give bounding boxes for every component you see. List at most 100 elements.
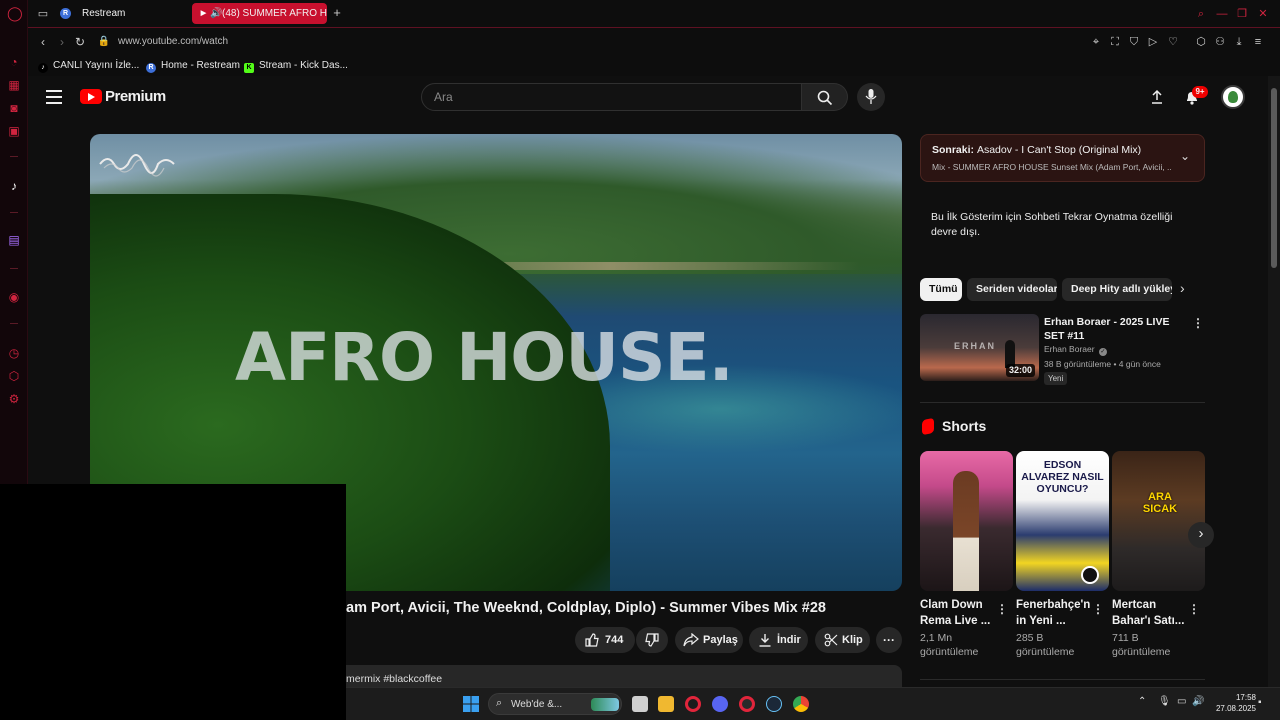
short-views-1: 2,1 Mn görüntüleme bbox=[920, 632, 979, 658]
opera-logo-icon[interactable]: ◯ bbox=[7, 6, 23, 20]
address-bar: ‹ › ↻ 🔒 www.youtube.com/watch ⌖ ⛶ ⛉ ▷ ♡ … bbox=[28, 27, 1280, 55]
new-tab-button[interactable]: + bbox=[330, 5, 344, 21]
thumbs-down-icon bbox=[645, 633, 659, 647]
avatar[interactable] bbox=[1221, 85, 1245, 109]
channel-name: Erhan Boraer bbox=[1044, 344, 1095, 354]
more-actions-button[interactable]: ··· bbox=[876, 627, 902, 653]
tab-youtube-active[interactable]: ▶ 🔊 (48) SUMMER AFRO H bbox=[192, 3, 327, 24]
heart-icon[interactable]: ♡ bbox=[1166, 35, 1180, 49]
bookmark-tiktok[interactable]: ♪ CANLI Yayını İzle... bbox=[38, 58, 139, 74]
tab-bar: ▭ R Restream ▶ 🔊 (48) SUMMER AFRO H + ⌕ … bbox=[28, 0, 1280, 27]
bookmark-restream[interactable]: R Home - Restream bbox=[146, 58, 240, 74]
pin-icon[interactable]: ⌖ bbox=[1089, 35, 1103, 49]
short-title-3[interactable]: Mertcan Bahar'ı Satı... bbox=[1112, 597, 1194, 629]
volume-icon[interactable]: 🔊 bbox=[1192, 696, 1204, 707]
maximize-icon[interactable]: ❐ bbox=[1235, 7, 1249, 21]
file-explorer-icon[interactable] bbox=[658, 696, 674, 712]
tiktok-icon[interactable]: ♪ bbox=[7, 179, 21, 193]
opera-icon[interactable] bbox=[685, 696, 701, 712]
extensions-icon[interactable]: ⬡ bbox=[1194, 35, 1208, 49]
search-input[interactable]: Ara bbox=[421, 83, 802, 111]
url-field[interactable]: www.youtube.com/watch bbox=[118, 35, 228, 49]
dislike-button[interactable] bbox=[636, 627, 668, 653]
chevron-down-icon[interactable]: ⌄ bbox=[1180, 149, 1190, 163]
menu-icon[interactable] bbox=[46, 90, 62, 104]
task-view-icon[interactable] bbox=[632, 696, 648, 712]
steam-icon[interactable] bbox=[766, 696, 782, 712]
next-up-title: Sonraki: Asadov - I Can't Stop (Original… bbox=[932, 144, 1141, 156]
windows-start-icon[interactable] bbox=[463, 696, 479, 712]
voice-search-button[interactable] bbox=[857, 83, 885, 111]
crypto-wallet-icon[interactable]: ▦ bbox=[7, 78, 21, 92]
tab-restream[interactable]: R Restream bbox=[52, 3, 212, 24]
short-thumbnail-2[interactable]: EDSON ALVAREZ NASIL OYUNCU? bbox=[1016, 451, 1109, 591]
clock[interactable]: 17:58 27.08.2025 bbox=[1212, 692, 1256, 714]
reload-icon[interactable]: ↻ bbox=[73, 35, 87, 49]
easy-setup-icon[interactable]: ≡ bbox=[1251, 35, 1265, 49]
youtube-logo-icon[interactable] bbox=[80, 89, 102, 104]
history-icon[interactable]: ◷ bbox=[7, 346, 21, 360]
short-title-2[interactable]: Fenerbahçe'n in Yeni ... bbox=[1016, 597, 1098, 629]
extensions-icon[interactable]: ⬡ bbox=[7, 369, 21, 383]
like-button[interactable]: 744 bbox=[575, 627, 635, 653]
close-window-icon[interactable]: ✕ bbox=[1256, 7, 1270, 21]
shorts-next-button[interactable]: › bbox=[1188, 522, 1214, 548]
chrome-icon[interactable] bbox=[793, 696, 809, 712]
recommended-channel[interactable]: Erhan Boraer ✓ bbox=[1044, 344, 1107, 356]
show-hidden-icons-icon[interactable]: ⌃ bbox=[1138, 696, 1146, 707]
short-views-3: 711 B görüntüleme bbox=[1112, 632, 1171, 658]
scroll-thumb[interactable] bbox=[1271, 88, 1277, 268]
short-title-1[interactable]: Clam Down Rema Live ... bbox=[920, 597, 1002, 629]
tiktok-icon: ♪ bbox=[38, 63, 48, 73]
download-button[interactable]: İndir bbox=[749, 627, 808, 653]
instagram-icon[interactable]: ▣ bbox=[7, 124, 21, 138]
youtube-premium-logo[interactable]: Premium bbox=[105, 88, 166, 105]
snapshot-icon[interactable]: ⛶ bbox=[1108, 35, 1122, 49]
recommended-title[interactable]: Erhan Boraer - 2025 LIVE SET #11 bbox=[1044, 315, 1184, 343]
chip-series[interactable]: Seriden videolar bbox=[967, 278, 1057, 301]
discord-icon[interactable] bbox=[712, 696, 728, 712]
tab-islands-icon[interactable]: ▭ bbox=[36, 7, 50, 21]
speaker-icon[interactable]: 🔊 bbox=[210, 3, 222, 24]
thumbnail-text: ERHAN bbox=[954, 341, 997, 351]
chevron-right-icon[interactable]: › bbox=[1180, 280, 1185, 296]
short-more-icon[interactable]: ⋮ bbox=[996, 602, 1008, 616]
player-icon[interactable]: ◉ bbox=[7, 290, 21, 304]
profile-icon[interactable]: ⚇ bbox=[1213, 35, 1227, 49]
adblock-icon[interactable]: ⛉ bbox=[1127, 35, 1141, 49]
recommended-thumbnail[interactable]: ERHAN 32:00 bbox=[920, 314, 1039, 381]
downloads-icon[interactable]: ⤓ bbox=[1232, 35, 1246, 49]
notification-badge: 9+ bbox=[1192, 86, 1208, 98]
microphone-icon[interactable]: 🎙 bbox=[1158, 696, 1171, 707]
page-scrollbar[interactable] bbox=[1268, 76, 1280, 687]
forward-icon[interactable]: › bbox=[55, 35, 69, 49]
bookmark-kick[interactable]: K Stream - Kick Das... bbox=[244, 58, 348, 74]
notification-center-icon[interactable]: ▪ bbox=[1258, 697, 1262, 708]
share-button[interactable]: Paylaş bbox=[675, 627, 743, 653]
clip-button[interactable]: Klip bbox=[815, 627, 870, 653]
aria-icon[interactable]: ◔ bbox=[7, 55, 21, 69]
twitch-icon[interactable]: ▤ bbox=[7, 233, 21, 247]
short-thumbnail-text: ARA SICAK bbox=[1142, 491, 1178, 515]
chip-all[interactable]: Tümü bbox=[920, 278, 962, 301]
next-up-card[interactable]: Sonraki: Asadov - I Can't Stop (Original… bbox=[920, 134, 1205, 182]
lock-icon[interactable]: 🔒 bbox=[97, 35, 111, 49]
taskbar-search[interactable]: ⌕ Web'de &... bbox=[488, 693, 622, 715]
recommended-more-icon[interactable]: ⋮ bbox=[1192, 316, 1204, 330]
short-more-icon[interactable]: ⋮ bbox=[1092, 602, 1104, 616]
network-icon[interactable]: ▭ bbox=[1177, 696, 1186, 707]
tab-search-icon[interactable]: ⌕ bbox=[1194, 7, 1208, 21]
upload-icon[interactable] bbox=[1150, 89, 1164, 105]
play-icon[interactable]: ▷ bbox=[1146, 35, 1160, 49]
minimize-icon[interactable]: — bbox=[1215, 7, 1229, 21]
short-thumbnail-1[interactable] bbox=[920, 451, 1013, 591]
short-thumbnail-3[interactable]: ARA SICAK bbox=[1112, 451, 1205, 591]
messenger-icon[interactable]: ◙ bbox=[7, 101, 21, 115]
back-icon[interactable]: ‹ bbox=[36, 35, 50, 49]
opera-gx-icon[interactable] bbox=[739, 696, 755, 712]
chip-uploader[interactable]: Deep Hity adlı yükleyi bbox=[1062, 278, 1172, 301]
search-icon bbox=[817, 90, 833, 106]
search-button[interactable] bbox=[802, 83, 848, 111]
settings-icon[interactable]: ⚙ bbox=[7, 392, 21, 406]
short-more-icon[interactable]: ⋮ bbox=[1188, 602, 1200, 616]
